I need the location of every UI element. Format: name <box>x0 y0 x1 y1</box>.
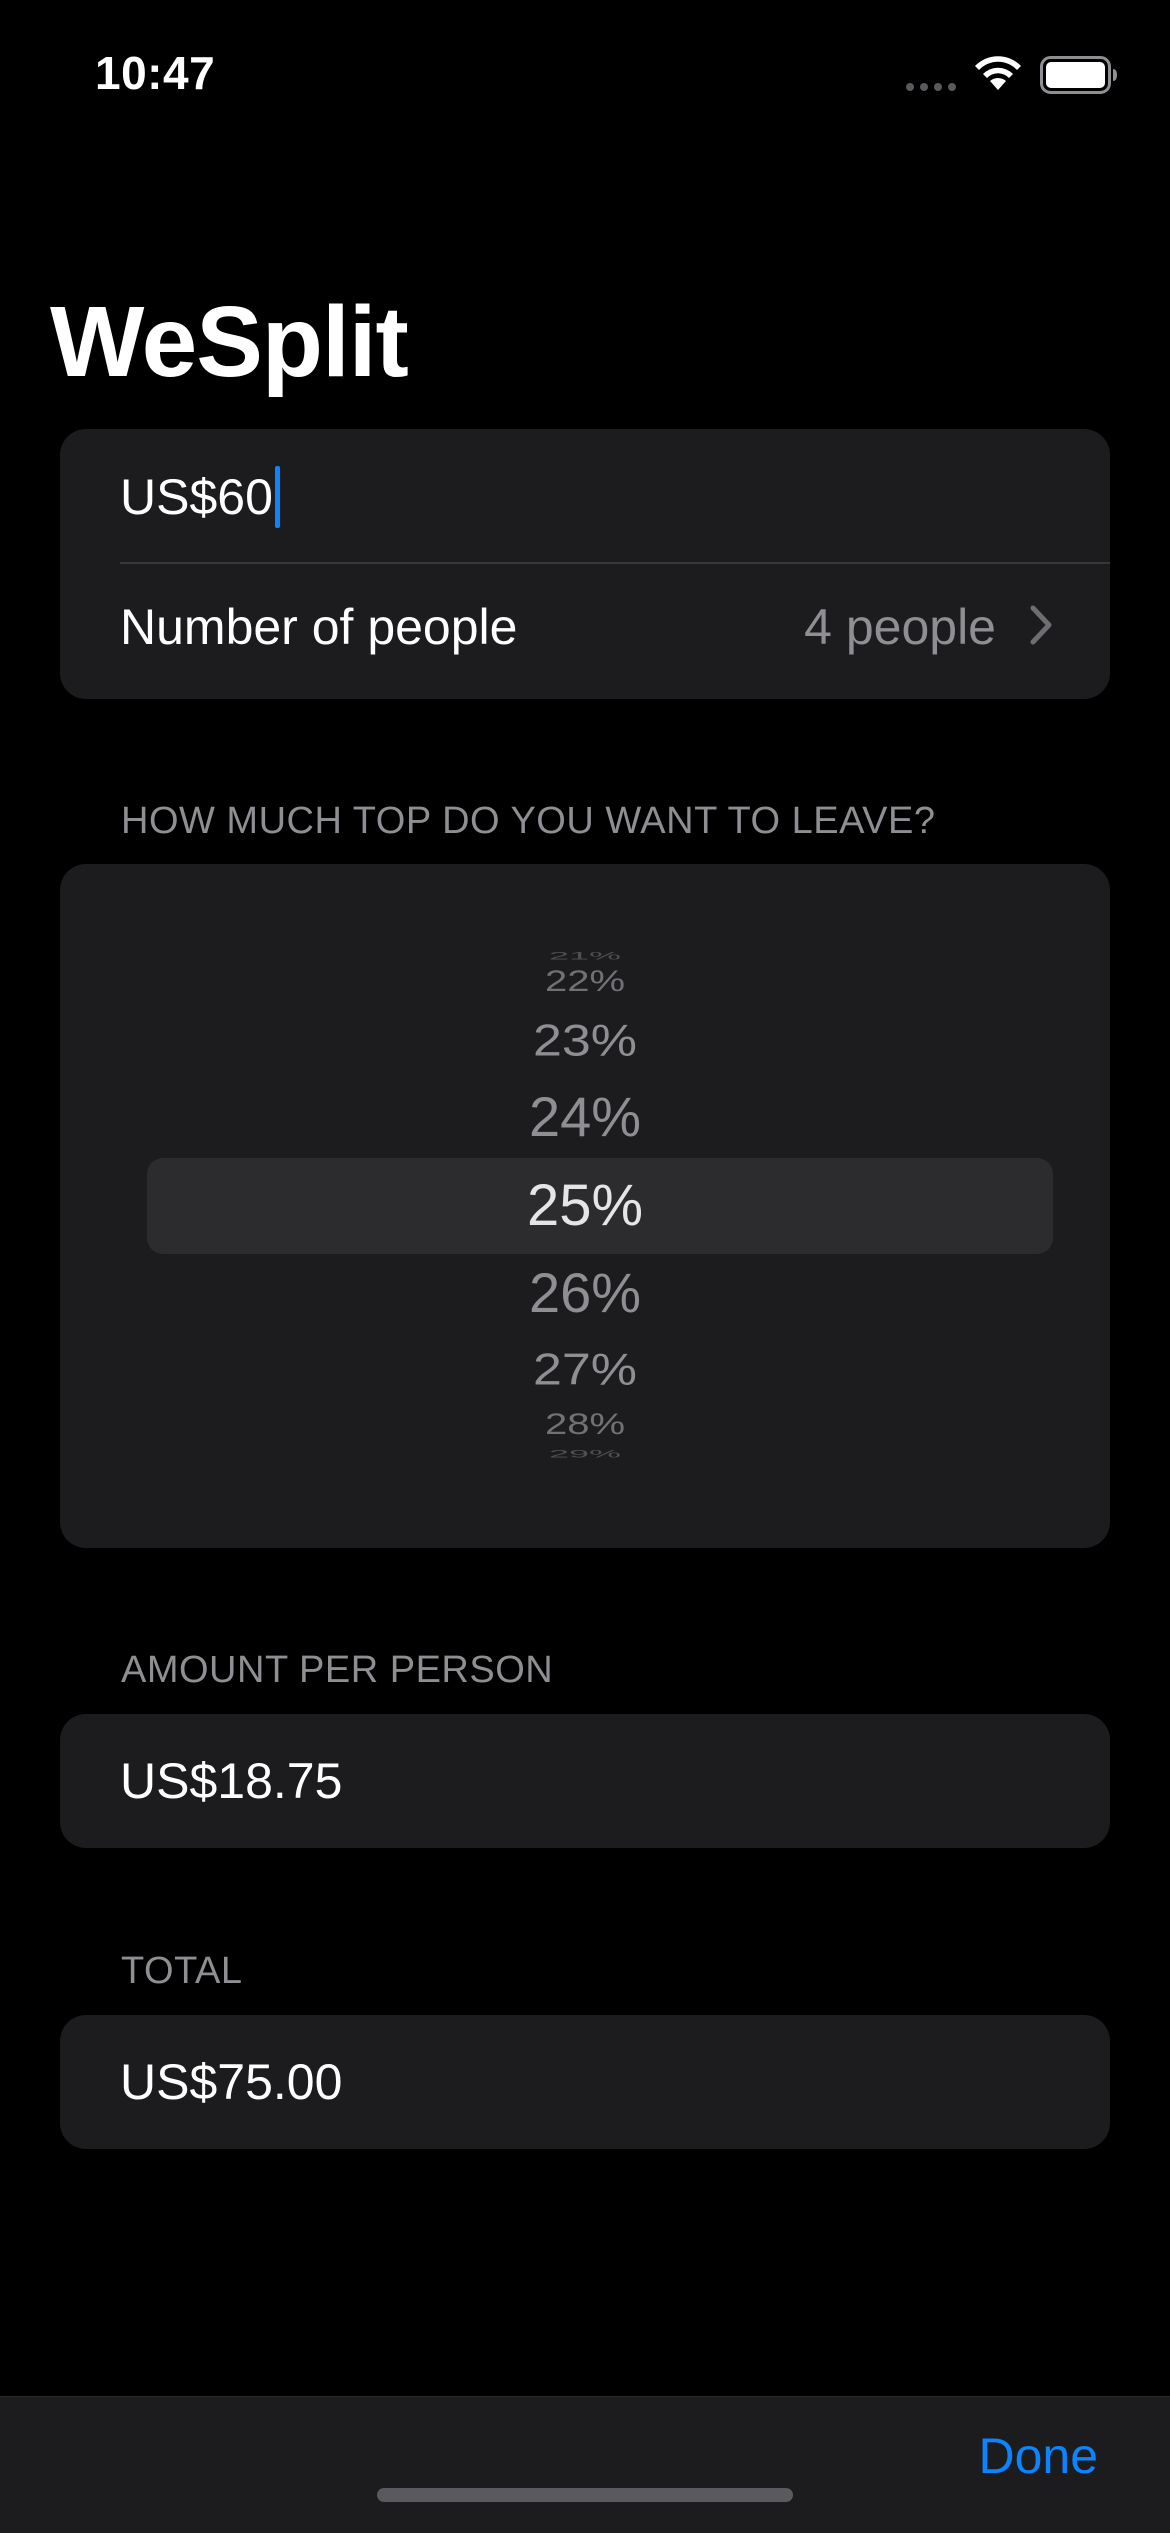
picker-item[interactable]: 21% <box>60 950 1110 963</box>
picker-item[interactable]: 28% <box>60 1408 1110 1442</box>
amount-per-person-value: US$18.75 <box>120 1753 343 1809</box>
total-card: US$75.00 <box>60 2015 1110 2149</box>
keyboard-toolbar: Done <box>0 2396 1170 2533</box>
wifi-icon <box>975 56 1021 90</box>
battery-icon <box>1040 56 1117 94</box>
number-of-people-value: 4 people <box>804 599 996 655</box>
picker-item[interactable]: 27% <box>60 1345 1110 1396</box>
total-value: US$75.00 <box>120 2054 343 2110</box>
amount-per-person-card: US$18.75 <box>60 1714 1110 1848</box>
chevron-right-icon <box>1030 605 1052 645</box>
check-amount-field[interactable]: US$60 <box>120 464 280 530</box>
number-of-people-label: Number of people <box>120 599 518 655</box>
total-header: TOTAL <box>121 1950 243 1992</box>
check-amount-text: US$60 <box>120 469 273 525</box>
home-indicator[interactable] <box>377 2488 793 2502</box>
picker-item[interactable]: 22% <box>60 965 1110 999</box>
signal-icon <box>906 83 956 91</box>
picker-item[interactable]: 29% <box>60 1448 1110 1461</box>
page-title: WeSplit <box>50 286 409 398</box>
picker-item[interactable]: 23% <box>60 1016 1110 1067</box>
picker-item-selected[interactable]: 25% <box>60 1172 1110 1239</box>
bill-input-card: US$60 Number of people 4 people <box>60 429 1110 699</box>
status-time: 10:47 <box>95 47 216 99</box>
tip-section-header: HOW MUCH TOP DO YOU WANT TO LEAVE? <box>121 800 936 842</box>
text-cursor <box>274 466 280 528</box>
picker-item[interactable]: 26% <box>60 1260 1110 1325</box>
number-of-people-picker[interactable]: Number of people 4 people <box>60 564 1110 699</box>
amount-per-person-header: AMOUNT PER PERSON <box>121 1649 554 1691</box>
tip-picker-card: 21% 22% 23% 24% 25% 26% 27% 28% 29% <box>60 864 1110 1548</box>
done-button[interactable]: Done <box>978 2427 1098 2485</box>
picker-item[interactable]: 24% <box>60 1084 1110 1149</box>
status-bar: 10:47 <box>0 0 1170 140</box>
